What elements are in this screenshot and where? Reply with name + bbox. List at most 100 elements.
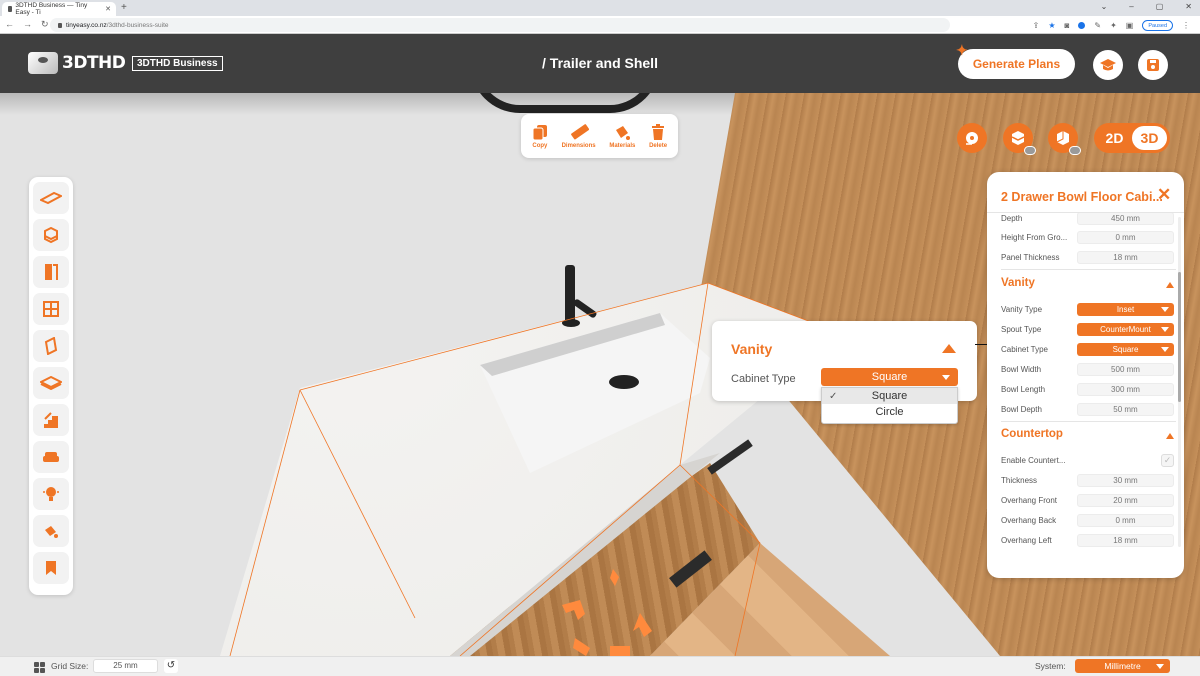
collapse-arrow-icon[interactable] bbox=[942, 344, 956, 353]
tab-close-icon[interactable]: ✕ bbox=[105, 5, 111, 13]
save-button[interactable] bbox=[1138, 50, 1168, 80]
maximize-button[interactable]: ▢ bbox=[1156, 2, 1164, 11]
door-icon bbox=[45, 264, 58, 280]
property-row: Vanity Type Inset bbox=[1001, 302, 1176, 316]
depth-input[interactable]: 450 mm bbox=[1077, 213, 1174, 225]
collapse-arrow-icon[interactable] bbox=[1166, 433, 1174, 439]
tool-lighting[interactable] bbox=[33, 478, 69, 510]
countertop-section-title[interactable]: Countertop bbox=[1001, 428, 1063, 440]
view-mode-toggle: 2D 3D bbox=[1094, 123, 1170, 153]
profile-button[interactable]: Paused bbox=[1142, 19, 1173, 31]
spout-type-select[interactable]: CounterMount bbox=[1077, 322, 1174, 336]
generate-plans-button[interactable]: ✦ Generate Plans bbox=[956, 43, 1075, 79]
close-icon[interactable]: ✕ bbox=[1157, 186, 1171, 204]
sidepanel-icon[interactable]: ▣ bbox=[1126, 21, 1134, 30]
properties-scroll-area[interactable]: Depth 450 mm Height From Gro... 0 mm Panel… bbox=[987, 213, 1184, 563]
option-square[interactable]: ✓ Square bbox=[822, 388, 957, 404]
bookmark-star-icon[interactable]: ★ bbox=[1048, 21, 1055, 30]
property-label: Bowl Width bbox=[1001, 364, 1042, 374]
property-row: Cabinet Type Square bbox=[1001, 342, 1176, 356]
ruler-icon bbox=[570, 123, 589, 139]
select-value: Inset bbox=[1116, 304, 1135, 314]
tool-furniture[interactable] bbox=[33, 441, 69, 473]
reset-grid-icon[interactable]: ↺ bbox=[164, 659, 178, 673]
tool-slab[interactable] bbox=[33, 367, 69, 399]
collapse-arrow-icon[interactable] bbox=[1166, 282, 1174, 288]
vanity-type-select[interactable]: Inset bbox=[1077, 302, 1174, 316]
extension-icon[interactable] bbox=[1078, 21, 1086, 29]
tape-measure-icon bbox=[966, 132, 978, 145]
thickness-input[interactable]: 30 mm bbox=[1077, 473, 1174, 487]
bowl-length-input[interactable]: 300 mm bbox=[1077, 382, 1174, 396]
tab-search-icon[interactable]: ⌄ bbox=[1101, 2, 1108, 11]
generate-plans-label: Generate Plans bbox=[972, 57, 1061, 71]
property-label: Enable Countert... bbox=[1001, 455, 1066, 465]
box-open-icon bbox=[1011, 131, 1025, 145]
share-icon[interactable]: ⇪ bbox=[1033, 21, 1040, 30]
height-from-ground-input[interactable]: 0 mm bbox=[1077, 230, 1174, 244]
menu-icon[interactable]: ⋮ bbox=[1182, 21, 1190, 30]
tool-wall-panel[interactable] bbox=[33, 330, 69, 362]
tool-door[interactable] bbox=[33, 256, 69, 288]
materials-button[interactable]: Materials bbox=[609, 124, 635, 149]
tool-bookmark[interactable] bbox=[33, 552, 69, 584]
enable-countertop-checkbox[interactable]: ✓ bbox=[1161, 453, 1174, 467]
tool-stairs[interactable] bbox=[33, 404, 69, 436]
materials-label: Materials bbox=[609, 142, 636, 149]
graduation-cap-icon bbox=[1100, 59, 1116, 71]
new-tab-button[interactable]: + bbox=[121, 2, 127, 14]
property-label: Overhang Left bbox=[1001, 535, 1052, 545]
select-value: Square bbox=[1112, 344, 1139, 354]
tutorial-button[interactable] bbox=[1093, 50, 1123, 80]
favicon-icon bbox=[8, 6, 13, 12]
overhang-left-input[interactable]: 18 mm bbox=[1077, 533, 1174, 547]
tool-window[interactable] bbox=[33, 293, 69, 325]
close-window-button[interactable]: ✕ bbox=[1185, 2, 1192, 11]
cabinet-type-select[interactable]: Square bbox=[821, 368, 958, 386]
tool-materials[interactable] bbox=[33, 515, 69, 547]
dimensions-button[interactable]: Dimensions bbox=[562, 123, 596, 149]
back-icon[interactable]: ← bbox=[5, 18, 14, 31]
lightbulb-icon bbox=[43, 487, 59, 501]
overhang-back-input[interactable]: 0 mm bbox=[1077, 513, 1174, 527]
scrollbar-thumb[interactable] bbox=[1178, 272, 1181, 402]
cabinet-type-select[interactable]: Square bbox=[1077, 342, 1174, 356]
copy-button[interactable]: Copy bbox=[532, 124, 548, 149]
property-row: Panel Thickness 18 mm bbox=[1001, 250, 1176, 264]
bowl-depth-input[interactable]: 50 mm bbox=[1077, 402, 1174, 416]
unit-system-select[interactable]: Millimetre bbox=[1075, 659, 1170, 673]
toggle-roof-button[interactable] bbox=[1048, 123, 1081, 155]
left-toolbar bbox=[29, 177, 73, 595]
delete-button[interactable]: Delete bbox=[649, 123, 667, 149]
url-field[interactable]: tinyeasy.co.nz/3dthd-business-suite bbox=[50, 18, 950, 32]
view-3d-button[interactable]: 3D bbox=[1132, 126, 1167, 150]
minimize-button[interactable]: – bbox=[1129, 2, 1133, 11]
eyedropper-icon[interactable]: ✎ bbox=[1094, 21, 1101, 30]
bowl-width-input[interactable]: 500 mm bbox=[1077, 362, 1174, 376]
grid-size-input[interactable]: 25 mm bbox=[93, 659, 158, 673]
reload-icon[interactable]: ↻ bbox=[41, 18, 49, 31]
address-bar-row: ← → ↻ tinyeasy.co.nz/3dthd-business-suit… bbox=[0, 16, 1200, 34]
view-2d-button[interactable]: 2D bbox=[1097, 126, 1132, 150]
puzzle-icon[interactable]: ✦ bbox=[1110, 21, 1117, 30]
property-row: Enable Countert... ✓ bbox=[1001, 453, 1176, 467]
property-row: Bowl Depth 50 mm bbox=[1001, 402, 1176, 416]
bookmark-icon bbox=[46, 561, 56, 575]
option-circle[interactable]: Circle bbox=[822, 404, 957, 420]
eye-icon bbox=[1069, 146, 1081, 155]
measure-tape-button[interactable] bbox=[957, 123, 987, 153]
grid-icon bbox=[34, 662, 45, 673]
overhang-front-input[interactable]: 20 mm bbox=[1077, 493, 1174, 507]
paint-bucket-icon bbox=[45, 526, 58, 538]
tool-floor[interactable] bbox=[33, 182, 69, 214]
trash-icon bbox=[652, 123, 665, 140]
panel-thickness-input[interactable]: 18 mm bbox=[1077, 250, 1174, 264]
camera-extension-icon[interactable]: ◙ bbox=[1065, 21, 1070, 30]
browser-tab[interactable]: 3DTHD Business — Tiny Easy - Ti ✕ bbox=[2, 2, 116, 16]
vanity-section-title[interactable]: Vanity bbox=[1001, 277, 1035, 289]
option-label: Circle bbox=[875, 406, 904, 418]
tool-room[interactable] bbox=[33, 219, 69, 251]
toggle-walls-button[interactable] bbox=[1003, 123, 1036, 155]
property-row: Depth 450 mm bbox=[1001, 213, 1176, 225]
forward-icon[interactable]: → bbox=[23, 18, 32, 31]
